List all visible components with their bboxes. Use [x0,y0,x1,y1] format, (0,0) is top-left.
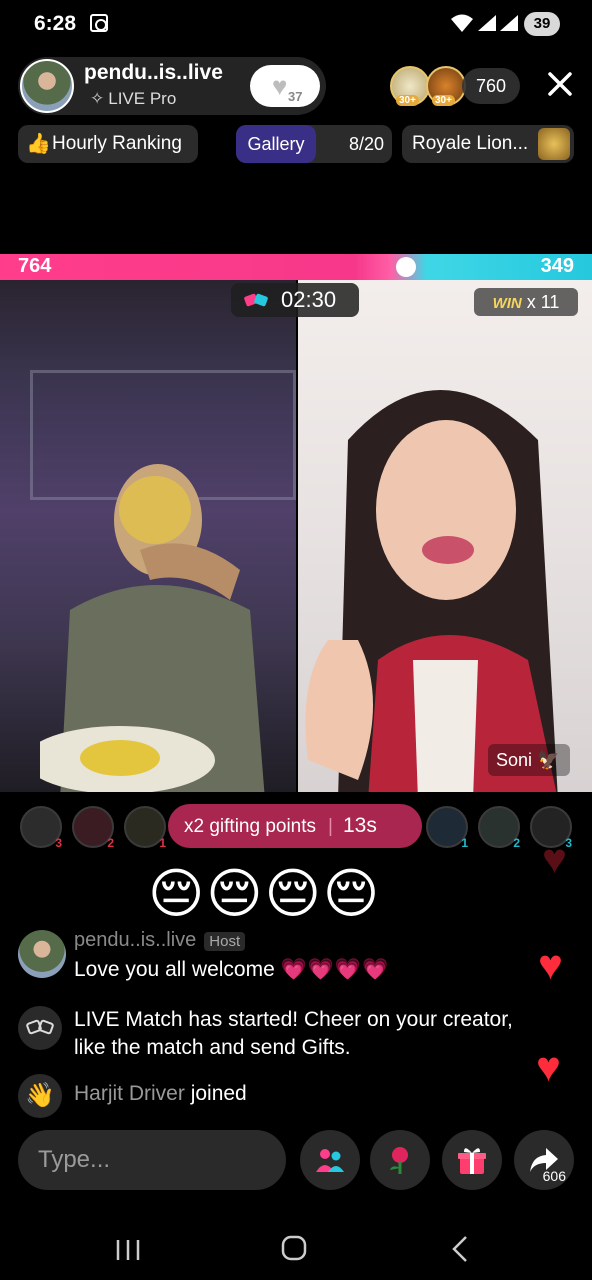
rose-icon [390,1147,408,1174]
wifi-icon [451,14,473,32]
multi-guest-icon [316,1149,344,1172]
contributor-rank: 2 [513,836,520,850]
system-text: LIVE Match has started! Cheer on your cr… [74,1008,513,1059]
chat-avatar[interactable] [18,930,66,978]
follow-button[interactable]: ♥ 37 [250,65,320,107]
close-icon[interactable] [544,68,576,100]
share-count: 606 [542,1168,566,1184]
back-icon[interactable] [440,1232,480,1266]
win-label: WIN [492,295,522,312]
comment-input[interactable]: Type... [18,1130,286,1190]
contributor-rank: 1 [461,836,468,850]
chat-text: Love you all welcome [74,958,275,981]
rose-gift-button[interactable] [370,1130,430,1190]
battle-timer: 02:30 [231,283,359,317]
gift-icon [458,1148,486,1174]
contributor-rank: 3 [55,836,62,850]
viewer-badge: 30+ [432,95,455,106]
screen-record-icon [90,14,108,32]
host-badge: Host [204,932,246,951]
lion-label: Royale Lion... [412,133,529,154]
home-icon[interactable] [274,1232,314,1266]
thumbs-up-icon: 👍 [26,133,51,155]
gifting-label: x2 gifting points [184,816,317,837]
contributor-avatar[interactable]: 1 [124,806,166,850]
status-bar: 6:28 39 [0,0,592,48]
floating-heart-icon: ♥ [536,1043,561,1090]
contributor-avatar[interactable]: 2 [478,806,520,850]
opponent-tag[interactable]: Soni 🦅 [488,744,570,776]
system-message: LIVE Match has started! Cheer on your cr… [18,1006,518,1068]
chat-body: pendu..is..live Host Love you all welcome… [74,926,389,984]
join-body: Harjit Driver joined [74,1080,247,1108]
signal-icon [478,15,496,31]
viewer-avatar[interactable]: 30+ [390,66,430,106]
host-profile[interactable]: pendu..is..live ✧ LIVE Pro ♥ 37 [18,57,326,115]
sparkle-icon: ✧ [90,89,105,108]
contributor-rank: 2 [107,836,114,850]
score-divider-icon [396,257,416,277]
timer-text: 02:30 [281,287,337,312]
chat-message[interactable]: pendu..is..live Host Love you all welcome… [18,926,518,986]
emoji-reaction: 😔😔😔😔 [148,864,382,924]
viewer-count[interactable]: 760 [462,68,520,104]
host-avatar[interactable] [20,59,74,113]
guest-button[interactable] [300,1130,360,1190]
gallery-label: Gallery [236,125,316,163]
viewer-avatar[interactable]: 30+ [426,66,466,106]
chat-username[interactable]: pendu..is..live [74,929,196,951]
contributor-avatar[interactable]: 1 [426,806,468,850]
recent-apps-icon[interactable] [108,1232,148,1266]
join-text: joined [190,1082,247,1105]
win-count: x 11 [526,292,560,312]
win-streak: WIN x 11 [474,288,578,316]
heart-icon: ♥ [272,71,288,101]
gifting-points-banner: x2 gifting points | 13s [168,804,422,848]
join-username[interactable]: Harjit Driver [74,1082,185,1105]
right-score: 349 [540,255,574,277]
system-nav-bar [0,1220,592,1280]
contributor-avatar[interactable]: 2 [72,806,114,850]
opponent-name: Soni [496,750,533,770]
opponent-video[interactable] [298,280,592,792]
gallery-chip[interactable]: Gallery 8/20 [236,125,392,163]
wave-icon: 👋 [18,1074,62,1118]
lion-badge-icon [538,128,570,160]
ranking-label: Hourly Ranking [52,133,182,154]
gift-button[interactable] [442,1130,502,1190]
contributor-avatar[interactable]: 3 [20,806,62,850]
floating-heart-icon: ♥ [542,835,567,882]
share-button[interactable]: 606 [514,1130,574,1190]
left-score: 764 [18,255,52,277]
host-person-image [40,464,265,792]
match-icon [18,1006,62,1050]
gallery-count: 8/20 [348,134,384,154]
host-video[interactable] [0,280,296,792]
chat-hearts: 💗💗💗💗 [280,958,390,981]
host-name: pendu..is..live [84,61,223,84]
gifting-seconds: 13s [342,814,377,837]
signal-icon-2 [500,15,518,31]
viewer-badge: 30+ [396,95,419,106]
battery-indicator: 39 [524,12,560,36]
hourly-ranking-chip[interactable]: 👍 Hourly Ranking [18,125,198,163]
battle-score-bar: 764 349 [0,254,592,280]
contributor-rank: 1 [159,836,166,850]
host-subtitle: ✧ LIVE Pro [90,89,176,109]
royale-lion-chip[interactable]: Royale Lion... [402,125,574,163]
follow-count: 37 [288,89,303,104]
join-message: 👋 Harjit Driver joined [18,1074,518,1118]
battle-icon [244,293,268,307]
status-time: 6:28 [34,12,77,35]
floating-heart-icon: ♥ [538,941,563,988]
opponent-person-image [305,390,558,792]
host-subtitle-text: LIVE Pro [108,89,177,108]
